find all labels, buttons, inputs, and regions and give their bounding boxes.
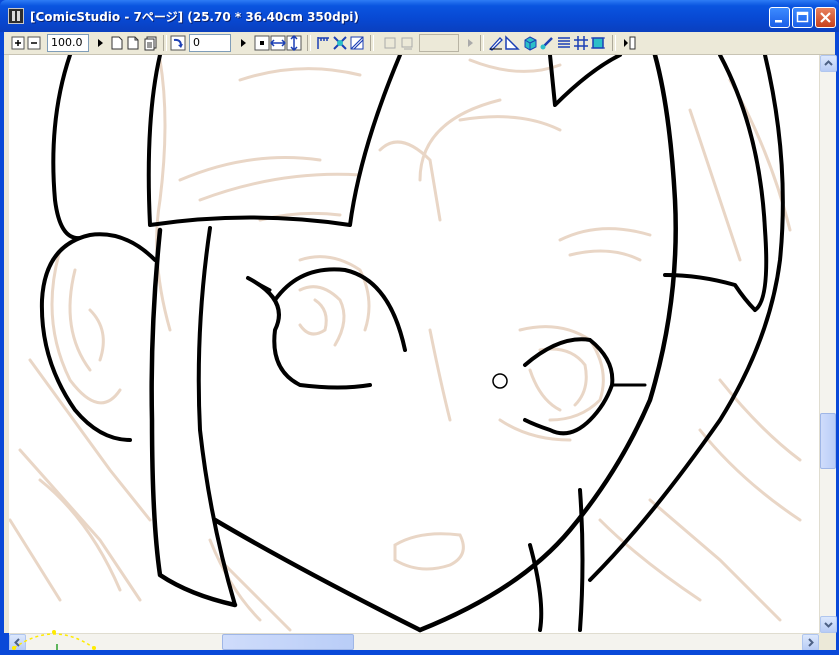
toolbar-separator [163,35,167,51]
minimize-icon [775,20,782,23]
comicstudio-window: [ComicStudio - 7ページ] (25.70 * 36.40cm 35… [0,0,839,655]
manga-drawing[interactable] [9,55,819,633]
ruler-icon[interactable] [315,35,331,51]
scroll-right-button[interactable] [802,634,819,651]
layer-dropdown-arrow-icon [468,39,473,47]
flip-vertical-icon[interactable] [286,35,302,51]
window-title: [ComicStudio - 7ページ] (25.70 * 36.40cm 35… [30,10,359,24]
zoom-dropdown-arrow-icon[interactable] [92,35,108,51]
triangle-ruler-icon[interactable] [504,35,520,51]
view-toolbar: 100.0 0 [4,32,835,55]
toolbar-separator [370,35,374,51]
rotation-dropdown-arrow-icon[interactable] [235,35,251,51]
page-flip-icon[interactable] [125,35,141,51]
ink-layer [39,55,785,633]
chevron-up-icon [824,60,833,66]
vertical-scroll-thumb[interactable] [820,413,836,469]
navigator-preview-curve [12,630,96,652]
rotate-icon[interactable] [170,35,186,51]
hash-icon[interactable] [573,35,589,51]
layer-icon [384,37,396,49]
toolbar-separator [480,35,484,51]
zoom-field[interactable]: 100.0 [47,34,89,52]
toolbar-separator [612,35,616,51]
close-icon [820,12,831,23]
layer-copy-icon [401,37,413,50]
panel-toggle-icon[interactable] [621,35,637,51]
horizontal-scroll-thumb[interactable] [222,634,354,650]
window-bottom-border [0,650,839,655]
title-bar[interactable]: [ComicStudio - 7ページ] (25.70 * 36.40cm 35… [0,0,839,32]
close-button[interactable] [815,7,836,28]
toolbar-separator [307,35,311,51]
page-stack-icon[interactable] [143,35,159,51]
scrollbar-corner-grip[interactable] [819,633,836,650]
flip-horizontal-icon[interactable] [270,35,286,51]
drawing-canvas[interactable] [9,55,819,633]
cube-icon[interactable] [522,35,538,51]
scroll-up-button[interactable] [820,55,837,72]
chevron-down-icon [824,622,833,628]
rotation-field[interactable]: 0 [189,34,231,52]
fit-center-icon[interactable] [254,35,270,51]
horizontal-scrollbar[interactable] [9,633,819,651]
scroll-down-button[interactable] [820,616,837,633]
minimize-button[interactable] [769,7,790,28]
maximize-button[interactable] [792,7,813,28]
grid-icon[interactable] [332,35,348,51]
vertical-scrollbar[interactable] [819,55,837,633]
zoom-in-icon[interactable] [10,35,26,51]
maximize-icon [796,11,809,23]
chevron-right-icon [808,638,814,647]
perspective-icon[interactable] [349,35,365,51]
app-icon[interactable] [8,8,24,24]
pen-icon[interactable] [488,35,504,51]
brush-icon[interactable] [539,35,555,51]
frame-icon[interactable] [590,35,606,51]
layer-field [419,34,459,52]
page-icon[interactable] [109,35,125,51]
zoom-out-icon[interactable] [26,35,42,51]
lines-icon[interactable] [556,35,572,51]
